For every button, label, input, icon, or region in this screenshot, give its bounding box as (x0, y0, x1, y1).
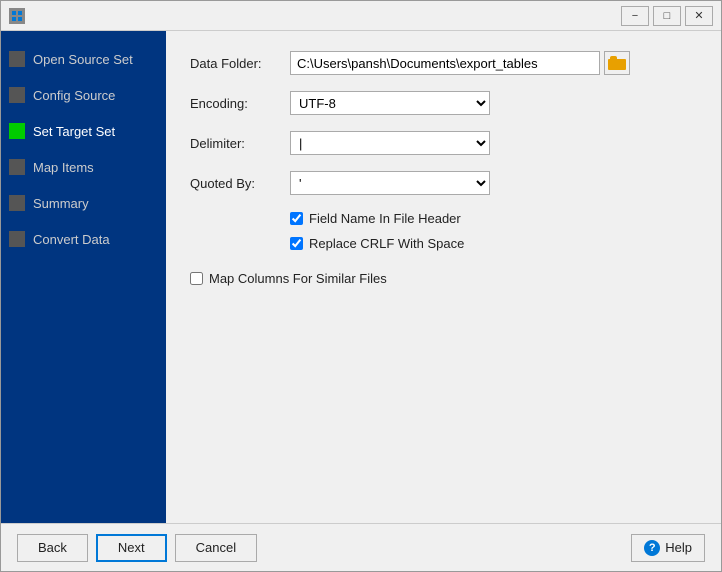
data-folder-wrapper (290, 51, 697, 75)
folder-icon (608, 56, 626, 70)
data-folder-input[interactable] (290, 51, 600, 75)
sidebar-item-set-target-set[interactable]: Set Target Set (1, 113, 166, 149)
quoted-by-wrapper: ' " None (290, 171, 697, 195)
sidebar: Open Source Set Config Source Set Target… (1, 31, 166, 523)
back-button[interactable]: Back (17, 534, 88, 562)
sidebar-label-open-source-set: Open Source Set (33, 52, 133, 67)
minimize-button[interactable]: − (621, 6, 649, 26)
step-indicator-open-source-set (9, 51, 25, 67)
sidebar-item-convert-data[interactable]: Convert Data (1, 221, 166, 257)
delimiter-wrapper: | , ; Tab (290, 131, 697, 155)
sidebar-item-open-source-set[interactable]: Open Source Set (1, 41, 166, 77)
step-indicator-set-target-set (9, 123, 25, 139)
map-columns-checkbox[interactable] (190, 272, 203, 285)
replace-crlf-label[interactable]: Replace CRLF With Space (309, 236, 464, 251)
sidebar-item-map-items[interactable]: Map Items (1, 149, 166, 185)
sidebar-label-summary: Summary (33, 196, 89, 211)
encoding-select[interactable]: UTF-8 UTF-16 ASCII ISO-8859-1 (290, 91, 490, 115)
field-name-checkbox[interactable] (290, 212, 303, 225)
field-name-row: Field Name In File Header (290, 211, 697, 226)
delimiter-select[interactable]: | , ; Tab (290, 131, 490, 155)
data-folder-row: Data Folder: (190, 51, 697, 75)
cancel-button[interactable]: Cancel (175, 534, 257, 562)
browse-button[interactable] (604, 51, 630, 75)
form-area: Data Folder: Encoding: UTF-8 UTF-1 (190, 51, 697, 503)
step-indicator-config-source (9, 87, 25, 103)
main-content: Open Source Set Config Source Set Target… (1, 31, 721, 523)
maximize-button[interactable]: □ (653, 6, 681, 26)
quoted-by-label: Quoted By: (190, 176, 290, 191)
close-button[interactable]: ✕ (685, 6, 713, 26)
sidebar-label-set-target-set: Set Target Set (33, 124, 115, 139)
title-bar-controls: − □ ✕ (621, 6, 713, 26)
sidebar-item-config-source[interactable]: Config Source (1, 77, 166, 113)
field-name-label[interactable]: Field Name In File Header (309, 211, 461, 226)
sidebar-label-config-source: Config Source (33, 88, 115, 103)
encoding-row: Encoding: UTF-8 UTF-16 ASCII ISO-8859-1 (190, 91, 697, 115)
delimiter-label: Delimiter: (190, 136, 290, 151)
step-indicator-map-items (9, 159, 25, 175)
step-indicator-convert-data (9, 231, 25, 247)
title-bar: − □ ✕ (1, 1, 721, 31)
help-label: Help (665, 540, 692, 555)
map-columns-label[interactable]: Map Columns For Similar Files (209, 271, 387, 286)
bottom-bar: Back Next Cancel ? Help (1, 523, 721, 571)
quoted-by-select[interactable]: ' " None (290, 171, 490, 195)
sidebar-label-map-items: Map Items (33, 160, 94, 175)
step-indicator-summary (9, 195, 25, 211)
delimiter-row: Delimiter: | , ; Tab (190, 131, 697, 155)
next-button[interactable]: Next (96, 534, 167, 562)
replace-crlf-row: Replace CRLF With Space (290, 236, 697, 251)
encoding-wrapper: UTF-8 UTF-16 ASCII ISO-8859-1 (290, 91, 697, 115)
right-panel: Data Folder: Encoding: UTF-8 UTF-1 (166, 31, 721, 523)
app-icon (9, 8, 25, 24)
main-window: − □ ✕ Open Source Set Config Source Set … (0, 0, 722, 572)
sidebar-label-convert-data: Convert Data (33, 232, 110, 247)
encoding-label: Encoding: (190, 96, 290, 111)
replace-crlf-checkbox[interactable] (290, 237, 303, 250)
help-button[interactable]: ? Help (631, 534, 705, 562)
map-columns-row: Map Columns For Similar Files (190, 271, 697, 286)
title-bar-left (9, 8, 25, 24)
help-icon: ? (644, 540, 660, 556)
quoted-by-row: Quoted By: ' " None (190, 171, 697, 195)
data-folder-label: Data Folder: (190, 56, 290, 71)
sidebar-item-summary[interactable]: Summary (1, 185, 166, 221)
